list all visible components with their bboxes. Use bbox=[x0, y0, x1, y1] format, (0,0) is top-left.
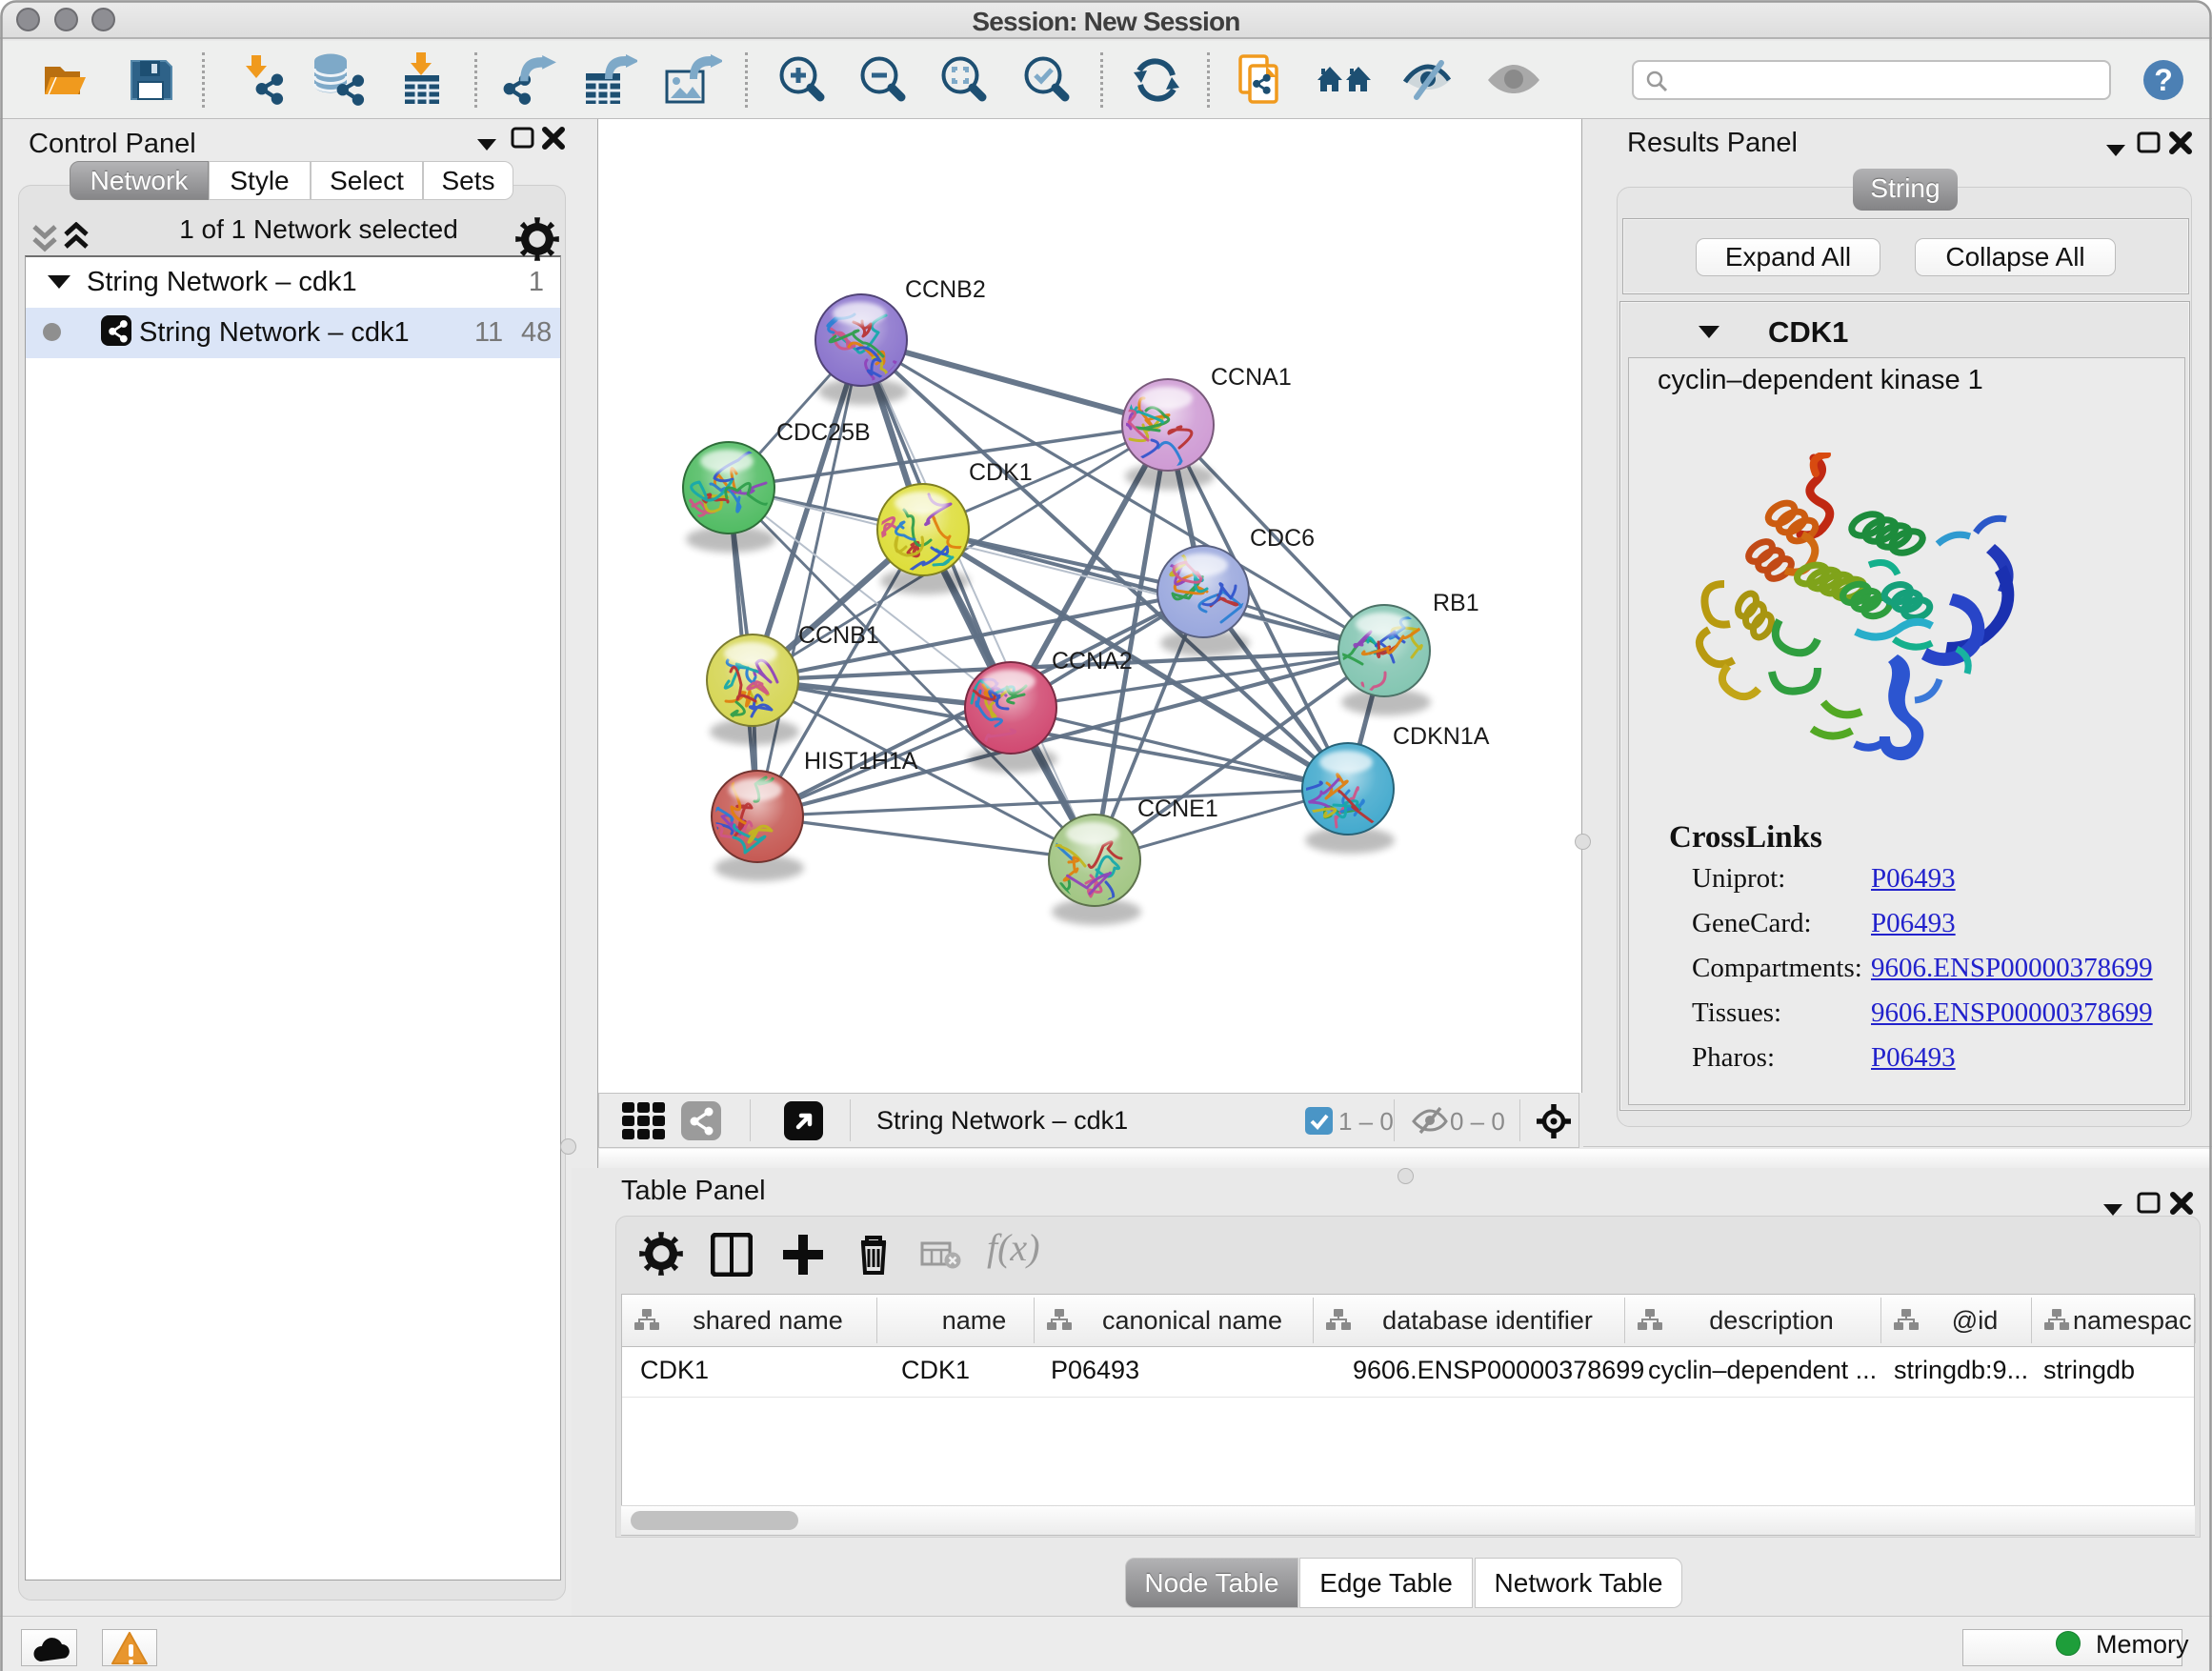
svg-text:CCNB1: CCNB1 bbox=[798, 622, 879, 649]
svg-text:CDC25B: CDC25B bbox=[776, 419, 871, 446]
svg-text:CCNA1: CCNA1 bbox=[1211, 364, 1292, 391]
svg-text:CDK1: CDK1 bbox=[969, 459, 1033, 486]
svg-text:CCNE1: CCNE1 bbox=[1137, 795, 1218, 822]
svg-text:HIST1H1A: HIST1H1A bbox=[804, 748, 918, 775]
svg-text:CDC6: CDC6 bbox=[1250, 525, 1315, 552]
svg-text:RB1: RB1 bbox=[1433, 590, 1479, 616]
svg-text:CCNB2: CCNB2 bbox=[905, 276, 986, 303]
svg-text:CDKN1A: CDKN1A bbox=[1393, 723, 1490, 750]
svg-text:CCNA2: CCNA2 bbox=[1052, 648, 1133, 674]
svg-text:?: ? bbox=[2154, 63, 2173, 97]
